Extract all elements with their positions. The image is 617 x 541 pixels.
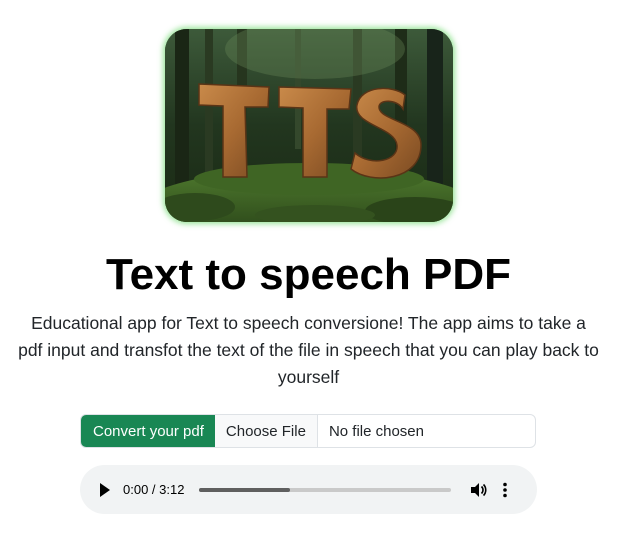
- page: Text to speech PDF Educational app for T…: [0, 0, 617, 541]
- convert-pdf-label[interactable]: Convert your pdf: [81, 415, 215, 447]
- choose-file-button[interactable]: Choose File: [214, 415, 318, 447]
- audio-time: 0:00 / 3:12: [123, 482, 185, 497]
- more-vert-icon[interactable]: [500, 480, 510, 500]
- audio-player: 0:00 / 3:12: [80, 465, 537, 514]
- play-icon[interactable]: [96, 481, 114, 499]
- forest-background: [165, 29, 453, 222]
- volume-icon[interactable]: [468, 480, 488, 500]
- audio-progress-bar[interactable]: [199, 487, 452, 492]
- pdf-upload-group: Convert your pdf Choose File No file cho…: [80, 414, 536, 448]
- page-title: Text to speech PDF: [105, 250, 512, 299]
- app-description: Educational app for Text to speech conve…: [18, 313, 599, 387]
- file-status-text: No file chosen: [328, 422, 424, 440]
- tts-logo-image: [165, 29, 453, 222]
- audio-progress-fill: [199, 487, 291, 492]
